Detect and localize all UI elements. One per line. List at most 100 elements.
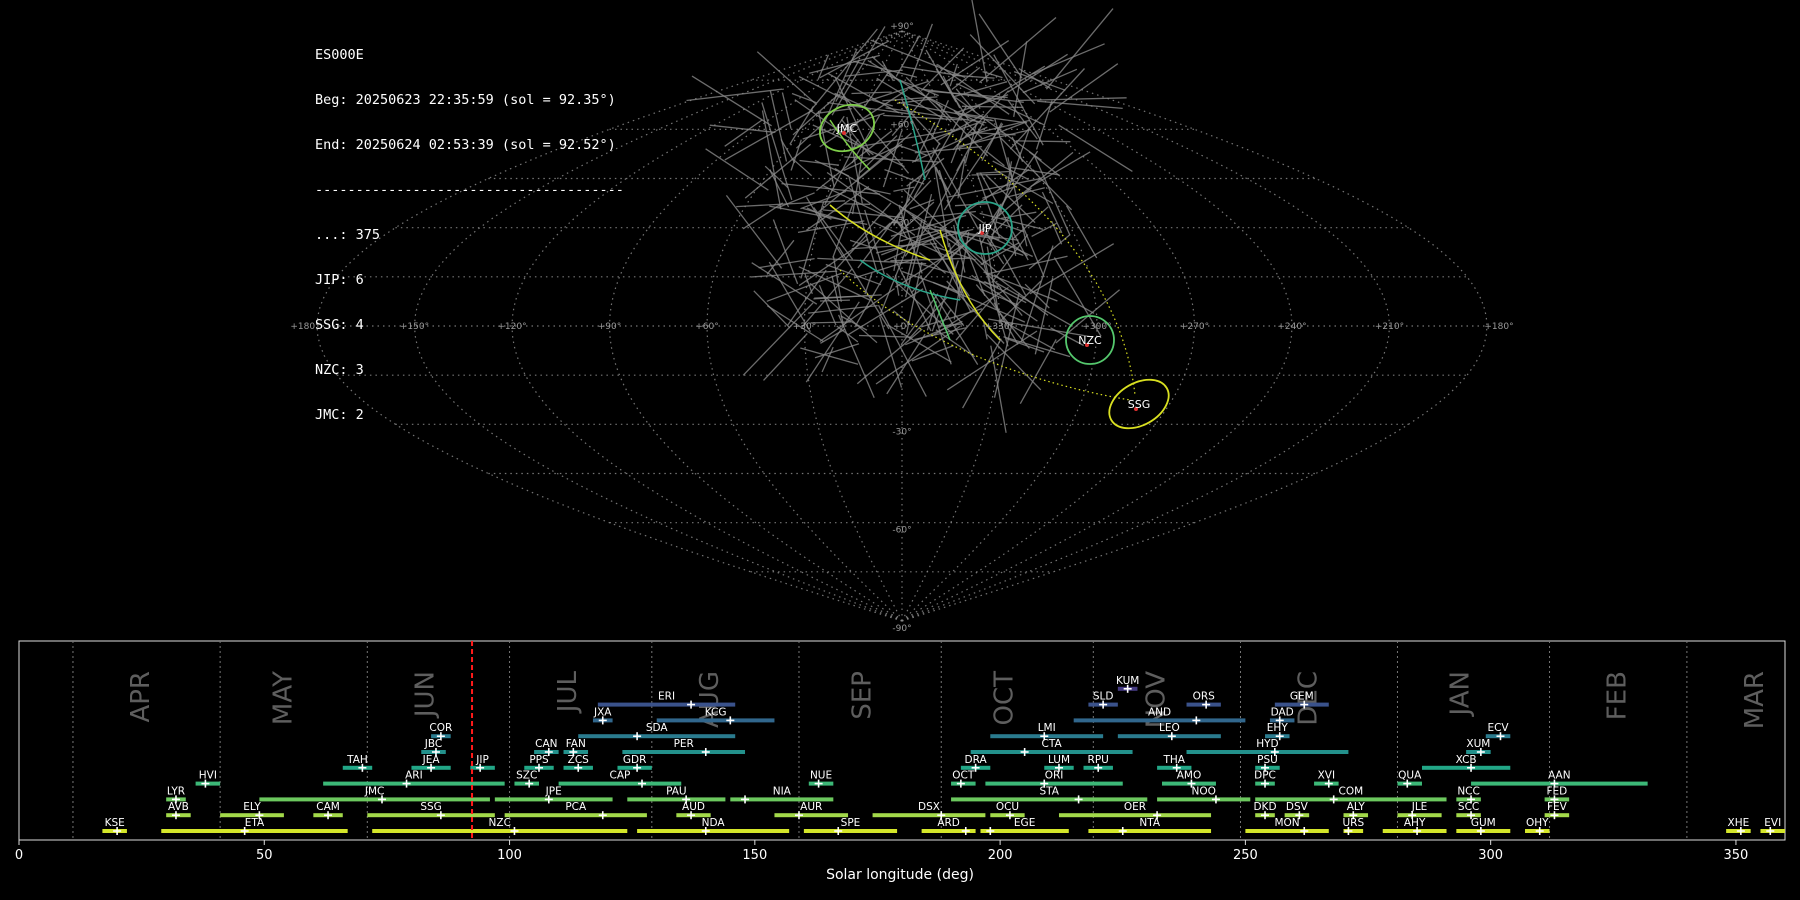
month-label-jun: JUN xyxy=(411,671,441,719)
count-jmc: JMC: 2 xyxy=(315,407,364,423)
shower-bar xyxy=(367,813,495,818)
shower-label: NZC xyxy=(489,817,511,829)
radiant-ssg-label: SSG xyxy=(1128,398,1151,411)
shower-label: URS xyxy=(1342,817,1364,829)
count-ssg: SSG: 4 xyxy=(315,317,364,333)
month-label-may: MAY xyxy=(268,671,298,725)
shower-bar xyxy=(323,781,505,786)
shower-label: KUM xyxy=(1116,675,1139,687)
sporadic-track xyxy=(900,293,939,346)
sporadic-track xyxy=(1031,222,1057,237)
sporadic-track xyxy=(756,51,818,106)
longitude-label: +210° xyxy=(1375,322,1404,332)
shower-label: JPE xyxy=(545,785,562,797)
shower-label: NIA xyxy=(773,785,792,797)
shower-label: AHY xyxy=(1404,817,1426,829)
sporadic-track xyxy=(763,333,808,381)
sporadic-track xyxy=(758,257,815,269)
x-tick-label: 350 xyxy=(1724,848,1749,863)
radiant-jip-label: JIP xyxy=(977,222,991,235)
x-tick-label: 100 xyxy=(497,848,522,863)
shower-label: LYR xyxy=(167,785,185,797)
sporadic-track xyxy=(1015,140,1071,143)
shower-label: XVI xyxy=(1318,770,1335,782)
shower-label: SLD xyxy=(1093,691,1114,703)
sporadic-track xyxy=(858,334,912,338)
sporadic-track xyxy=(742,202,784,230)
sporadic-track xyxy=(1035,100,1053,150)
shower-label: CAP xyxy=(610,770,631,782)
shower-label: JMC xyxy=(364,785,385,797)
shower-bar xyxy=(1421,765,1511,770)
sky-map: JMCJIPNZCSSG +180° +150° +120° +90° +60° +30°… xyxy=(290,0,1514,634)
shower-label: XHE xyxy=(1728,817,1750,829)
shower-label: ZCS xyxy=(568,754,590,766)
shower-label: OCT xyxy=(952,770,975,782)
sporadic-track xyxy=(893,142,941,226)
shower-label: PPS xyxy=(529,754,549,766)
longitude-label: +270° xyxy=(1180,322,1209,332)
longitude-label: +330° xyxy=(985,322,1014,332)
shower-label: NOO xyxy=(1191,785,1215,797)
shower-xhe: XHE xyxy=(1726,817,1751,835)
shower-label: HYD xyxy=(1256,738,1278,750)
shower-label: NCC xyxy=(1457,785,1480,797)
shower-label: LEO xyxy=(1159,722,1180,734)
sporadic-track xyxy=(686,88,783,102)
sporadic-track xyxy=(1030,151,1091,188)
shower-label: ERI xyxy=(658,691,675,703)
longitude-label: +0° xyxy=(893,322,911,332)
shower-label: SZC xyxy=(516,770,537,782)
shower-bar xyxy=(627,797,726,802)
shower-label: NDA xyxy=(702,817,726,829)
sporadic-track xyxy=(955,296,994,341)
shower-label: XUM xyxy=(1466,738,1490,750)
shower-bar xyxy=(578,734,736,739)
shower-label: DSX xyxy=(918,801,940,813)
shower-label: ALY xyxy=(1347,801,1366,813)
shower-label: SSG xyxy=(420,801,441,813)
sporadic-track xyxy=(932,147,979,230)
shower-label: JEA xyxy=(422,754,441,766)
shower-label: ELY xyxy=(243,801,261,813)
shower-xvi: XVI xyxy=(1314,770,1339,788)
shower-label: STA xyxy=(1039,785,1059,797)
shower-label: PSU xyxy=(1257,754,1278,766)
latitude-label: +30° xyxy=(890,219,914,229)
sporadic-track xyxy=(951,66,981,91)
sporadic-track xyxy=(1021,224,1045,278)
shower-bar xyxy=(637,829,790,833)
sporadic-track xyxy=(971,173,1001,176)
shower-label: HVI xyxy=(199,770,217,782)
shower-bar xyxy=(372,829,628,833)
observation-info: ES000E Beg: 20250623 22:35:59 (sol = 92.… xyxy=(315,17,624,438)
shower-bar xyxy=(1088,829,1212,833)
month-label-apr: APR xyxy=(126,671,156,723)
shower-label: LUM xyxy=(1048,754,1070,766)
radiant-nzc-label: NZC xyxy=(1078,334,1102,347)
shower-sld: SLD xyxy=(1088,691,1118,709)
shower-label: SPE xyxy=(841,817,861,829)
sporadic-track xyxy=(838,314,875,398)
count-nzc: NZC: 3 xyxy=(315,362,364,378)
shower-label: PAU xyxy=(666,785,687,797)
shower-ohy: OHY xyxy=(1525,817,1550,835)
latitude-label: -30° xyxy=(892,427,911,437)
shower-bar xyxy=(1157,797,1251,802)
shower-label: ORI xyxy=(1045,770,1064,782)
shower-label: EHY xyxy=(1267,722,1289,734)
shower-bar xyxy=(656,718,775,723)
longitude-label: +300° xyxy=(1082,322,1111,332)
shower-label: ARI xyxy=(405,770,423,782)
shower-label: AAN xyxy=(1548,770,1571,782)
count-sporadic: ...: 375 xyxy=(315,227,381,243)
shower-rpu: RPU xyxy=(1083,754,1113,772)
shower-urs: URS xyxy=(1342,817,1364,835)
latitude-label: +60° xyxy=(890,120,914,130)
shower-label: DRA xyxy=(965,754,988,766)
shower-label: FAN xyxy=(566,738,586,750)
shower-label: FEV xyxy=(1547,801,1568,813)
sporadic-track xyxy=(691,75,772,127)
shower-label: RPU xyxy=(1088,754,1109,766)
x-tick-label: 150 xyxy=(742,848,767,863)
